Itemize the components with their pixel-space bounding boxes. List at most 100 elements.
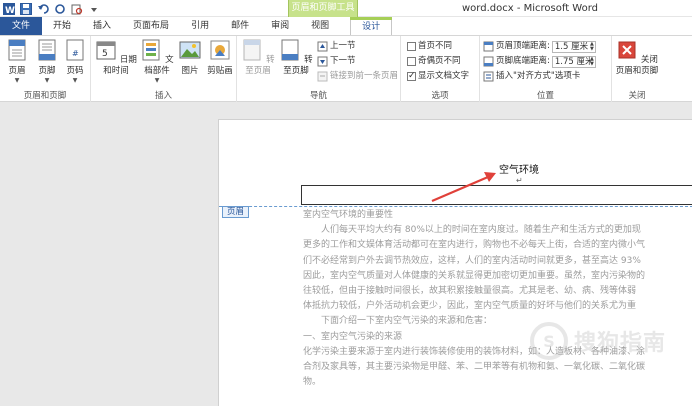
page-number-icon: # bbox=[66, 39, 84, 61]
watermark-logo-char: S bbox=[543, 331, 555, 351]
goto-header-icon bbox=[243, 39, 261, 61]
body-line: 往较低，但由于接触时间很长，故其积累接触量很高。尤其是老、幼、病、残等体弱 bbox=[303, 286, 637, 297]
insert-alignment-tab-button[interactable]: 插入"对齐方式"选项卡 bbox=[483, 70, 580, 83]
footer-from-bottom-label: 页脚底端距离: bbox=[496, 56, 550, 66]
body-line: 人们每天平均大约有 80%以上的时间在室内度过。随着生产和生活方式的更加现 bbox=[321, 225, 641, 236]
header-from-top-control: 页眉顶端距离: 1.5 厘米 ▲ ▼ bbox=[483, 40, 596, 53]
clip-art-icon bbox=[210, 40, 230, 60]
header-text[interactable]: 空气环境 bbox=[499, 161, 539, 176]
group-header-footer: 页眉 ▼ 页脚 ▼ # 页码 ▼ 页眉和页脚 bbox=[0, 36, 91, 102]
header-tag: 页眉 bbox=[222, 206, 250, 218]
next-section-icon bbox=[317, 56, 328, 67]
header-from-top-value: 1.5 厘米 bbox=[554, 41, 589, 52]
link-to-previous-label: 链接到前一条页眉 bbox=[330, 71, 399, 81]
document-parts-icon bbox=[142, 39, 160, 61]
group-label-close: 关闭 bbox=[628, 91, 646, 101]
previous-section-label: 上一节 bbox=[330, 41, 356, 51]
different-first-page-label: 首页不同 bbox=[418, 41, 453, 51]
title-bar: W 页眉和页脚工具 word.docx - Microsoft Word bbox=[0, 0, 692, 17]
spinner-arrows-icon[interactable]: ▲ ▼ bbox=[590, 56, 594, 67]
calendar-icon: 5 bbox=[96, 41, 116, 60]
group-label-insert: 插入 bbox=[154, 91, 172, 101]
chevron-down-icon: ▼ bbox=[14, 77, 20, 84]
tab-view[interactable]: 视图 bbox=[300, 17, 340, 35]
chevron-down-icon: ▼ bbox=[154, 77, 160, 84]
body-line: 们不必经常到户外去调节热效应，这样，人们的室内活动时间就更多，甚至高达 93% bbox=[303, 255, 641, 266]
group-label-options: 选项 bbox=[431, 91, 449, 101]
footer-button[interactable]: 页脚 ▼ bbox=[32, 39, 62, 84]
group-insert: 5 日期和时间 文档部件 ▼ 图片 剪贴画 插入 bbox=[91, 36, 237, 102]
goto-footer-icon bbox=[281, 39, 299, 61]
group-close: 关闭 页眉和页脚 关闭 bbox=[612, 36, 662, 102]
group-navigation: 转至页眉 转至页脚 上一节 下一节 链接到前一条页眉 导航 bbox=[237, 36, 401, 102]
tab-design[interactable]: 设计 bbox=[350, 17, 393, 35]
watermark-logo-icon: S bbox=[530, 322, 568, 360]
window-title: word.docx - Microsoft Word bbox=[462, 3, 598, 14]
footer-position-icon bbox=[483, 56, 494, 67]
redo-icon[interactable] bbox=[53, 2, 67, 16]
svg-text:5: 5 bbox=[102, 49, 108, 59]
group-label-navigation: 导航 bbox=[309, 91, 327, 101]
previous-section-icon bbox=[317, 41, 328, 52]
tab-file[interactable]: 文件 bbox=[0, 17, 43, 35]
header-button-label: 页眉 bbox=[8, 66, 26, 76]
save-icon[interactable] bbox=[19, 2, 33, 16]
print-preview-icon[interactable] bbox=[70, 2, 84, 16]
footer-button-label: 页脚 bbox=[38, 66, 56, 76]
header-from-top-input[interactable]: 1.5 厘米 ▲ ▼ bbox=[551, 40, 596, 53]
spinner-arrows-icon[interactable]: ▲ ▼ bbox=[590, 41, 594, 52]
goto-header-button[interactable]: 转至页眉 bbox=[240, 39, 276, 77]
previous-section-button[interactable]: 上一节 bbox=[317, 40, 356, 53]
tab-review[interactable]: 审阅 bbox=[260, 17, 300, 35]
different-odd-even-label: 奇偶页不同 bbox=[418, 56, 461, 66]
different-odd-even-checkbox[interactable]: 奇偶页不同 bbox=[407, 55, 461, 68]
close-button-label-line1: 关闭 bbox=[640, 55, 658, 65]
clip-art-button[interactable]: 剪贴画 bbox=[205, 39, 235, 77]
header-from-top-label: 页眉顶端距离: bbox=[496, 41, 550, 51]
ribbon-tabs: 文件 开始 插入 页面布局 引用 邮件 审阅 视图 设计 bbox=[0, 17, 692, 35]
group-label-position: 位置 bbox=[536, 91, 554, 101]
footer-from-bottom-input[interactable]: 1.75 厘米 ▲ ▼ bbox=[551, 55, 596, 68]
tab-references[interactable]: 引用 bbox=[180, 17, 220, 35]
link-to-previous-button[interactable]: 链接到前一条页眉 bbox=[317, 70, 398, 83]
next-section-label: 下一节 bbox=[330, 56, 356, 66]
show-document-text-label: 显示文档文字 bbox=[418, 71, 470, 81]
show-document-text-checkbox[interactable]: 显示文档文字 bbox=[407, 70, 469, 83]
body-line: 物。 bbox=[303, 377, 322, 388]
tab-home[interactable]: 开始 bbox=[42, 17, 82, 35]
tab-page-layout[interactable]: 页面布局 bbox=[122, 17, 180, 35]
customize-qat-icon[interactable] bbox=[87, 2, 101, 16]
date-time-button[interactable]: 5 日期和时间 bbox=[93, 39, 139, 77]
close-icon bbox=[618, 41, 636, 59]
tab-mailings[interactable]: 邮件 bbox=[220, 17, 260, 35]
goto-footer-button[interactable]: 转至页脚 bbox=[278, 39, 314, 77]
close-header-footer-button[interactable]: 关闭 页眉和页脚 bbox=[612, 39, 662, 77]
group-position: 页眉顶端距离: 1.5 厘米 ▲ ▼ 页脚底端距离: 1.75 厘米 ▲ ▼ 插入"对齐… bbox=[480, 36, 612, 102]
tab-insert[interactable]: 插入 bbox=[82, 17, 122, 35]
word-logo-icon: W bbox=[2, 2, 16, 16]
quick-access-toolbar: W bbox=[2, 1, 101, 16]
checkbox-icon bbox=[407, 42, 416, 51]
insert-alignment-tab-label: 插入"对齐方式"选项卡 bbox=[496, 71, 581, 81]
page-number-button-label: 页码 bbox=[66, 66, 84, 76]
body-line: 室内空气环境的重要性 bbox=[303, 210, 394, 220]
next-section-button[interactable]: 下一节 bbox=[317, 55, 356, 68]
picture-icon bbox=[179, 41, 201, 59]
body-line: 因此，室内空气质量对人体健康的关系就显得更加密切更加重要。虽然，室内污染物的 bbox=[303, 270, 646, 281]
picture-button[interactable]: 图片 bbox=[177, 39, 203, 77]
paragraph-mark-icon: ↵ bbox=[516, 176, 523, 185]
svg-text:#: # bbox=[72, 49, 79, 58]
alignment-tab-icon bbox=[483, 71, 494, 82]
body-line: 更多的工作和文娱体育活动都可在室内进行，购物也不必每天上街，合适的室内微小气 bbox=[303, 240, 646, 251]
watermark: S 搜狗指南 bbox=[530, 318, 685, 364]
page-number-button[interactable]: # 页码 ▼ bbox=[60, 39, 90, 84]
header-icon bbox=[8, 39, 26, 61]
header-button[interactable]: 页眉 ▼ bbox=[2, 39, 32, 84]
undo-icon[interactable] bbox=[36, 2, 50, 16]
close-button-label-line2: 页眉和页脚 bbox=[615, 66, 659, 76]
document-parts-button[interactable]: 文档部件 ▼ bbox=[140, 39, 174, 84]
different-first-page-checkbox[interactable]: 首页不同 bbox=[407, 40, 452, 53]
header-bottom-border-box bbox=[301, 185, 692, 205]
header-position-icon bbox=[483, 41, 494, 52]
picture-label: 图片 bbox=[181, 66, 199, 76]
